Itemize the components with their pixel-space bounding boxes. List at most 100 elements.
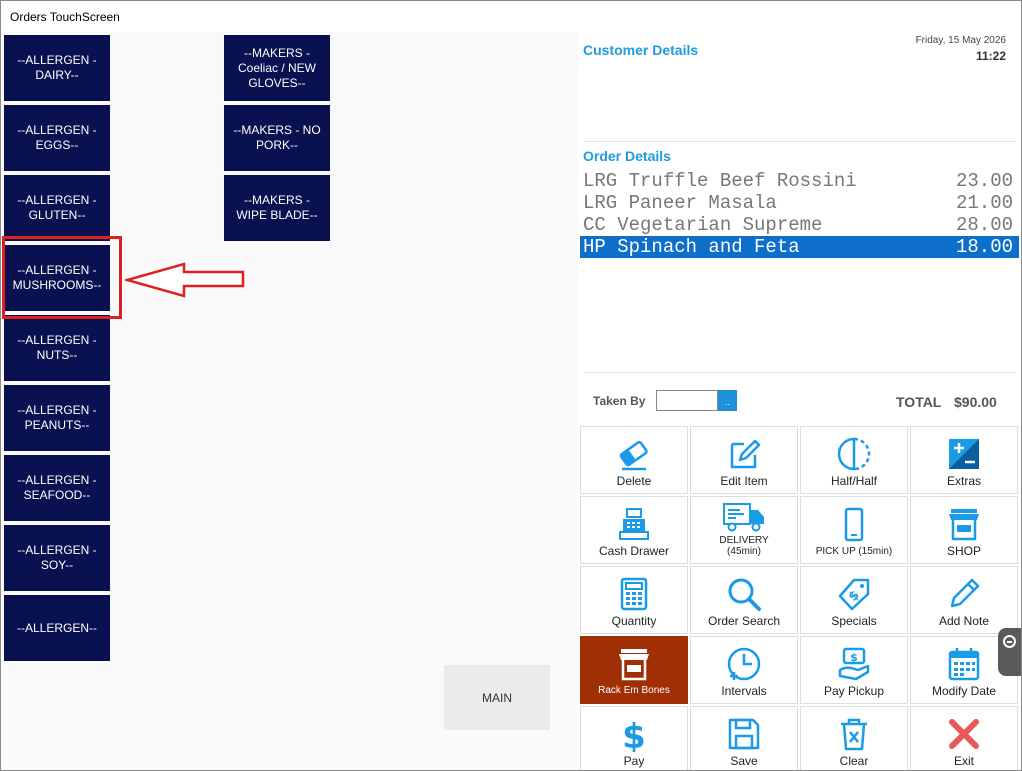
money-hand-icon: $ [838, 647, 870, 681]
order-item-price: 23.00 [955, 170, 1013, 192]
divider [583, 372, 1016, 373]
action-label: Edit Item [720, 474, 768, 488]
taken-by-picker-button[interactable]: .. [718, 390, 737, 411]
pencil-icon [950, 578, 980, 608]
dollar-icon: $ [622, 717, 646, 752]
shop-icon [949, 509, 979, 541]
specials-button[interactable]: $ Specials [800, 566, 908, 634]
total-label: TOTAL [896, 394, 942, 410]
calendar-icon [948, 648, 980, 681]
store-icon [619, 649, 649, 681]
category-allergen-gluten[interactable]: --ALLERGEN - GLUTEN-- [4, 175, 110, 241]
svg-text:$: $ [622, 717, 646, 752]
action-label: Intervals [721, 684, 767, 698]
order-item-price: 18.00 [955, 236, 1013, 258]
category-allergen-seafood[interactable]: --ALLERGEN - SEAFOOD-- [4, 455, 110, 521]
rack-em-bones-button[interactable]: Rack Em Bones [580, 636, 688, 704]
main-button[interactable]: MAIN [444, 665, 550, 730]
left-arrow-icon [125, 262, 245, 298]
truck-icon [723, 503, 764, 532]
clock-icon [727, 647, 761, 681]
floppy-icon [728, 718, 760, 750]
action-label: Extras [946, 474, 981, 488]
cash-drawer-button[interactable]: Cash Drawer [580, 496, 688, 564]
edit-item-button[interactable]: Edit Item [690, 426, 798, 494]
taken-by-label: Taken By [593, 394, 646, 408]
action-label: Order Search [707, 614, 781, 628]
order-details-heading: Order Details [583, 148, 671, 164]
action-label: Cash Drawer [598, 544, 670, 558]
action-label: Modify Date [931, 684, 997, 698]
action-label: Pay Pickup [823, 684, 885, 698]
collapse-icon [1003, 635, 1016, 648]
order-item-price: 28.00 [955, 214, 1013, 236]
shop-button[interactable]: SHOP [910, 496, 1018, 564]
order-item-row[interactable]: LRG Truffle Beef Rossini 23.00 [580, 170, 1019, 192]
half-circle-icon [837, 437, 871, 471]
current-date: Friday, 15 May 2026 [915, 35, 1006, 46]
action-label: Half/Half [830, 474, 877, 488]
order-item-row[interactable]: LRG Paneer Masala 21.00 [580, 192, 1019, 214]
quantity-button[interactable]: Quantity [580, 566, 688, 634]
action-label: DELIVERY (45min) [719, 535, 769, 557]
order-panel: Friday, 15 May 2026 11:22 Customer Detai… [578, 32, 1021, 770]
delete-button[interactable]: Delete [580, 426, 688, 494]
pay-button[interactable]: $ Pay [580, 706, 688, 770]
category-panel: --ALLERGEN - DAIRY-- --ALLERGEN - EGGS--… [1, 32, 578, 770]
category-allergen-eggs[interactable]: --ALLERGEN - EGGS-- [4, 105, 110, 171]
action-label: Exit [953, 754, 974, 768]
customer-details-heading: Customer Details [583, 42, 699, 58]
svg-text:$: $ [850, 651, 858, 664]
delivery-button[interactable]: DELIVERY (45min) [690, 496, 798, 564]
order-list: LRG Truffle Beef Rossini 23.00 LRG Panee… [580, 170, 1019, 258]
action-label: Delete [616, 474, 652, 488]
order-item-row-selected[interactable]: HP Spinach and Feta 18.00 [580, 236, 1019, 258]
action-label: Specials [831, 614, 877, 628]
order-item-price: 21.00 [955, 192, 1013, 214]
pay-pickup-button[interactable]: $ Pay Pickup [800, 636, 908, 704]
action-label: Pay [623, 754, 645, 768]
half-half-button[interactable]: Half/Half [800, 426, 908, 494]
category-allergen-dairy[interactable]: --ALLERGEN - DAIRY-- [4, 35, 110, 101]
category-allergen[interactable]: --ALLERGEN-- [4, 595, 110, 661]
order-search-button[interactable]: Order Search [690, 566, 798, 634]
plus-minus-icon [949, 439, 979, 469]
magnifier-icon [728, 578, 761, 611]
save-button[interactable]: Save [690, 706, 798, 770]
order-item-name: CC Vegetarian Supreme [583, 214, 823, 236]
category-allergen-soy[interactable]: --ALLERGEN - SOY-- [4, 525, 110, 591]
action-label: Add Note [938, 614, 990, 628]
action-label: SHOP [946, 544, 981, 558]
action-label: Quantity [611, 614, 657, 628]
order-item-name: LRG Paneer Masala [583, 192, 777, 214]
window-title: Orders TouchScreen [1, 1, 1021, 32]
action-label: Save [730, 754, 758, 768]
category-allergen-nuts[interactable]: --ALLERGEN - NUTS-- [4, 315, 110, 381]
order-item-name: HP Spinach and Feta [583, 236, 800, 258]
calculator-icon [620, 577, 648, 611]
taken-by-input[interactable] [656, 390, 718, 411]
x-icon [949, 719, 979, 749]
category-makers-no-pork[interactable]: --MAKERS - NO PORK-- [224, 105, 330, 171]
exit-button[interactable]: Exit [910, 706, 1018, 770]
order-item-name: LRG Truffle Beef Rossini [583, 170, 857, 192]
highlight-box [2, 236, 122, 319]
action-label: Rack Em Bones [598, 685, 670, 696]
category-allergen-peanuts[interactable]: --ALLERGEN - PEANUTS-- [4, 385, 110, 451]
cash-register-icon [619, 508, 649, 540]
extras-button[interactable]: Extras [910, 426, 1018, 494]
pick-up-button[interactable]: PICK UP (15min) [800, 496, 908, 564]
category-makers-wipe-blade[interactable]: --MAKERS - WIPE BLADE-- [224, 175, 330, 241]
action-label: PICK UP (15min) [815, 546, 893, 557]
orders-window: Orders TouchScreen --ALLERGEN - DAIRY-- … [0, 0, 1022, 771]
total-value: $90.00 [954, 394, 997, 410]
phone-icon [844, 507, 864, 542]
edit-icon [730, 439, 761, 469]
tag-icon: $ [838, 578, 870, 611]
category-makers-coeliac[interactable]: --MAKERS - Coeliac / NEW GLOVES-- [224, 35, 330, 101]
side-toggle-tab[interactable] [998, 628, 1021, 676]
intervals-button[interactable]: Intervals [690, 636, 798, 704]
add-note-button[interactable]: Add Note [910, 566, 1018, 634]
clear-button[interactable]: Clear [800, 706, 908, 770]
order-item-row[interactable]: CC Vegetarian Supreme 28.00 [580, 214, 1019, 236]
